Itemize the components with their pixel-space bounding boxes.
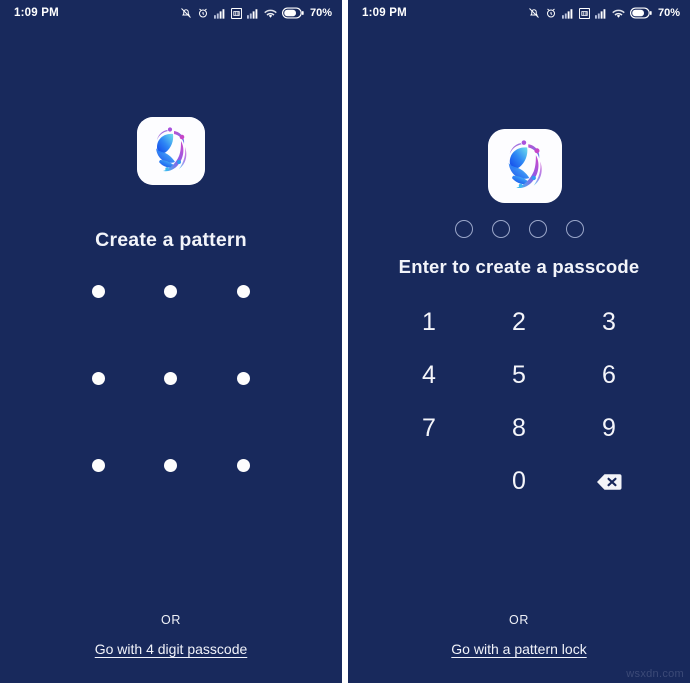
keypad-key-4[interactable]: 4 — [384, 349, 474, 402]
watermark-label: wsxdn.com — [626, 668, 684, 680]
keypad-key-3[interactable]: 3 — [564, 296, 654, 349]
keypad-key-2[interactable]: 2 — [474, 296, 564, 349]
keypad-key-7[interactable]: 7 — [384, 402, 474, 455]
keypad-key-8[interactable]: 8 — [474, 402, 564, 455]
or-divider-label-left: OR — [161, 613, 181, 627]
sim-card-icon — [578, 7, 590, 19]
status-bar-left: 1:09 PM 70% — [0, 0, 342, 26]
go-with-pattern-link[interactable]: Go with a pattern lock — [451, 641, 586, 657]
battery-percent-label: 70% — [309, 7, 332, 19]
battery-icon — [629, 7, 652, 19]
pattern-dot-9[interactable] — [237, 459, 251, 472]
status-bar-time: 1:09 PM — [14, 7, 59, 19]
passcode-indicator-2 — [491, 220, 510, 238]
keypad-key-1[interactable]: 1 — [384, 296, 474, 349]
keypad-key-9[interactable]: 9 — [564, 402, 654, 455]
keypad-key-0[interactable]: 0 — [474, 455, 564, 508]
app-logo — [137, 117, 205, 185]
signal-bars-2-icon — [594, 8, 607, 19]
status-bar-right: 1:09 PM 70% — [348, 0, 690, 26]
alarm-clock-icon — [545, 7, 557, 19]
battery-percent-label: 70% — [657, 7, 680, 19]
signal-bars-2-icon — [246, 8, 259, 19]
page-title-left: Create a pattern — [95, 229, 247, 251]
wifi-icon — [264, 8, 277, 19]
dual-screenshot-container: 1:09 PM 70% Create a pattern OR Go with … — [0, 0, 690, 683]
pattern-dot-1[interactable] — [91, 285, 105, 298]
passcode-indicator-1 — [454, 220, 473, 238]
pattern-dot-7[interactable] — [91, 459, 105, 472]
backspace-icon[interactable] — [564, 455, 654, 508]
bell-muted-icon — [528, 7, 540, 19]
pattern-dot-2[interactable] — [164, 285, 178, 298]
pattern-dot-6[interactable] — [237, 372, 251, 385]
signal-bars-icon — [561, 8, 574, 19]
pattern-dot-4[interactable] — [91, 372, 105, 385]
numeric-keypad: 1 2 3 4 5 6 7 8 9 0 — [384, 296, 654, 508]
pattern-dot-3[interactable] — [237, 285, 251, 298]
pattern-lock-grid[interactable] — [62, 285, 280, 546]
phone-screen-passcode: 1:09 PM 70% Enter to create a passcode 1… — [348, 0, 690, 683]
phone-screen-pattern: 1:09 PM 70% Create a pattern OR Go with … — [0, 0, 342, 683]
alt-method-block-left: OR Go with 4 digit passcode — [0, 613, 342, 659]
status-bar-time: 1:09 PM — [362, 7, 407, 19]
status-bar-icons: 70% — [180, 7, 332, 19]
status-bar-icons: 70% — [528, 7, 680, 19]
battery-icon — [281, 7, 304, 19]
or-divider-label-right: OR — [509, 613, 529, 627]
page-title-right: Enter to create a passcode — [398, 256, 640, 277]
signal-bars-icon — [213, 8, 226, 19]
keypad-key-5[interactable]: 5 — [474, 349, 564, 402]
sim-card-icon — [230, 7, 242, 19]
go-with-passcode-link[interactable]: Go with 4 digit passcode — [95, 641, 248, 657]
app-logo — [488, 129, 562, 203]
alt-method-block-right: OR Go with a pattern lock — [348, 613, 690, 659]
passcode-indicator-4 — [565, 220, 584, 238]
alarm-clock-icon — [197, 7, 209, 19]
pattern-dot-5[interactable] — [164, 372, 178, 385]
passcode-indicator-row — [348, 220, 690, 238]
pattern-dot-8[interactable] — [164, 459, 178, 472]
passcode-indicator-3 — [528, 220, 547, 238]
wifi-icon — [612, 8, 625, 19]
keypad-key-6[interactable]: 6 — [564, 349, 654, 402]
bell-muted-icon — [180, 7, 192, 19]
